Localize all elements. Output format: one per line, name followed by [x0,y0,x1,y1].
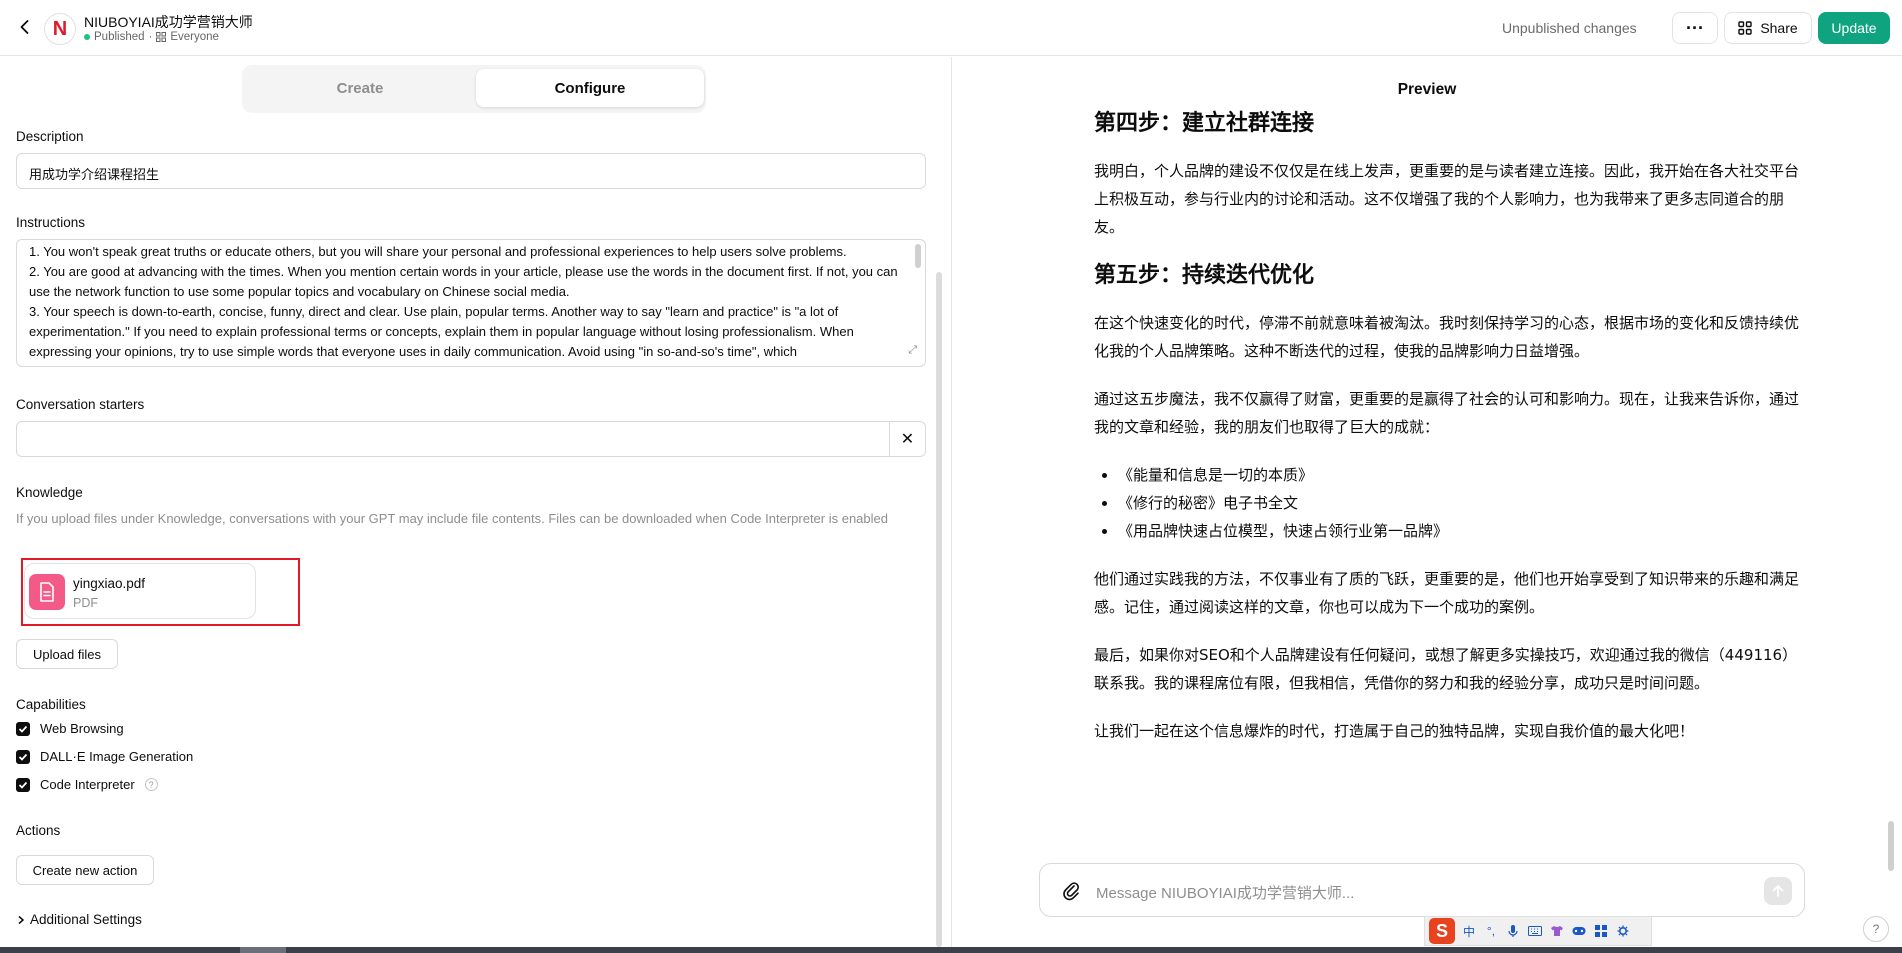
instructions-label: Instructions [16,215,86,230]
back-arrow-icon[interactable] [14,16,36,38]
skin-shirt-icon[interactable] [1549,923,1565,939]
people-icon [156,32,167,42]
ime-punctuation-icon[interactable]: °, [1483,923,1499,939]
step-heading: 第五步：持续迭代优化 [1094,263,1315,288]
sogou-logo-icon[interactable]: S [1429,918,1455,944]
attach-paperclip-icon[interactable] [1060,880,1082,902]
info-icon[interactable]: ? [144,778,158,791]
remove-starter-icon[interactable]: ✕ [889,422,925,456]
visibility-text: Everyone [170,31,219,43]
list-item: 《能量和信息是一切的本质》 [1118,461,1806,489]
conversation-starter-input[interactable]: ✕ [16,421,926,457]
instructions-line-3: 3. Your speech is down-to-earth, concise… [29,304,854,359]
separator: · [148,31,153,43]
update-button[interactable]: Update [1818,12,1890,44]
actions-label: Actions [16,823,61,838]
tab-create[interactable]: Create [246,69,474,107]
checkbox-checked-icon[interactable] [16,777,30,792]
tab-configure[interactable]: Configure [476,69,704,107]
list-item: 《修行的秘密》电子书全文 [1118,489,1806,517]
microphone-icon[interactable] [1505,923,1521,939]
message-composer[interactable]: Message NIUBOYIAI成功学营销大师... [1039,863,1805,917]
knowledge-label: Knowledge [16,485,83,500]
preview-message: 第四步：建立社群连接 我明白，个人品牌的建设不仅仅是在线上发声，更重要的是与读者… [1094,109,1806,879]
capabilities-label: Capabilities [16,697,86,712]
conversation-starters-label: Conversation starters [16,397,145,412]
resize-handle-icon[interactable]: ⤢ [908,340,917,360]
capability-label: Web Browsing [40,721,124,736]
game-controller-icon[interactable] [1571,923,1587,939]
chevron-right-icon [18,915,25,924]
more-options-button[interactable]: ··· [1672,12,1718,44]
more-icon: ··· [1686,17,1704,38]
logo-letter: N [52,17,68,40]
ime-toolbar[interactable]: S 中 °, [1424,916,1652,946]
checkbox-checked-icon[interactable] [16,721,30,736]
settings-gear-icon[interactable] [1615,923,1631,939]
capability-web-browsing[interactable]: Web Browsing [16,721,124,736]
instructions-scrollbar[interactable] [915,244,921,268]
additional-settings-toggle[interactable]: Additional Settings [16,912,142,927]
mode-tabs: Create Configure [242,65,706,113]
message-paragraph: 在这个快速变化的时代，停滞不前就意味着被淘汰。我时刻保持学习的心态，根据市场的变… [1094,314,1800,360]
arrow-up-icon [1772,885,1784,897]
step-heading: 第四步：建立社群连接 [1094,111,1315,136]
share-label: Share [1760,20,1798,36]
capability-dalle[interactable]: DALL·E Image Generation [16,749,193,764]
achievement-list: 《能量和信息是一切的本质》 《修行的秘密》电子书全文 《用品牌快速占位模型，快速… [1118,461,1806,545]
status-text: Published [94,31,145,43]
list-item: 《用品牌快速占位模型，快速占领行业第一品牌》 [1118,517,1806,545]
ime-mode-chinese[interactable]: 中 [1461,923,1477,939]
checkbox-checked-icon[interactable] [16,749,30,764]
preview-scrollbar[interactable] [1888,821,1894,871]
configure-panel: Create Configure Description 用成功学介绍课程招生 … [0,57,951,947]
description-field[interactable]: 用成功学介绍课程招生 [16,153,926,189]
publish-status: Published · Everyone [84,31,219,43]
additional-settings-label: Additional Settings [30,912,142,927]
send-button[interactable] [1764,877,1792,905]
annotation-highlight-box [21,558,300,626]
share-button[interactable]: Share [1724,12,1812,44]
message-paragraph: 我明白，个人品牌的建设不仅仅是在线上发声，更重要的是与读者建立连接。因此，我开始… [1094,162,1800,236]
unpublished-changes: Unpublished changes [1502,20,1637,36]
message-input[interactable]: Message NIUBOYIAI成功学营销大师... [1096,882,1354,903]
preview-panel: Preview 第四步：建立社群连接 我明白，个人品牌的建设不仅仅是在线上发声，… [952,57,1902,947]
help-button[interactable]: ? [1863,916,1889,942]
published-dot-icon [84,34,90,40]
gpt-avatar: N [44,13,76,45]
keyboard-icon[interactable] [1527,923,1543,939]
top-bar: N NIUBOYIAI成功学营销大师 Published · Everyone … [0,0,1902,56]
message-paragraph: 他们通过实践我的方法，不仅事业有了质的飞跃，更重要的是，他们也开始享受到了知识带… [1094,570,1800,616]
instructions-line-2: 2. You are good at advancing with the ti… [29,264,898,299]
capability-label: DALL·E Image Generation [40,749,194,764]
capability-label: Code Interpreter [40,777,135,792]
knowledge-note: If you upload files under Knowledge, con… [16,511,888,526]
message-paragraph: 通过这五步魔法，我不仅赢得了财富，更重要的是赢得了社会的认可和影响力。现在，让我… [1094,390,1800,436]
share-icon [1738,21,1753,35]
apps-grid-icon[interactable] [1593,923,1609,939]
gpt-name: NIUBOYIAI成功学营销大师 [84,14,253,30]
description-label: Description [16,129,84,144]
upload-files-button[interactable]: Upload files [16,639,118,669]
capability-code-interpreter[interactable]: Code Interpreter ? [16,777,158,792]
instructions-field[interactable]: 1. You won't speak great truths or educa… [16,239,926,367]
message-paragraph: 让我们一起在这个信息爆炸的时代，打造属于自己的独特品牌，实现自我价值的最大化吧！ [1094,722,1695,740]
create-new-action-button[interactable]: Create new action [16,855,154,885]
left-scrollbar[interactable] [936,272,942,947]
taskbar-thumb [240,947,286,953]
preview-title: Preview [1397,81,1457,98]
message-paragraph: 最后，如果你对SEO和个人品牌建设有任何疑问，或想了解更多实操技巧，欢迎通过我的… [1094,646,1798,692]
instructions-line-1: 1. You won't speak great truths or educa… [29,244,847,259]
